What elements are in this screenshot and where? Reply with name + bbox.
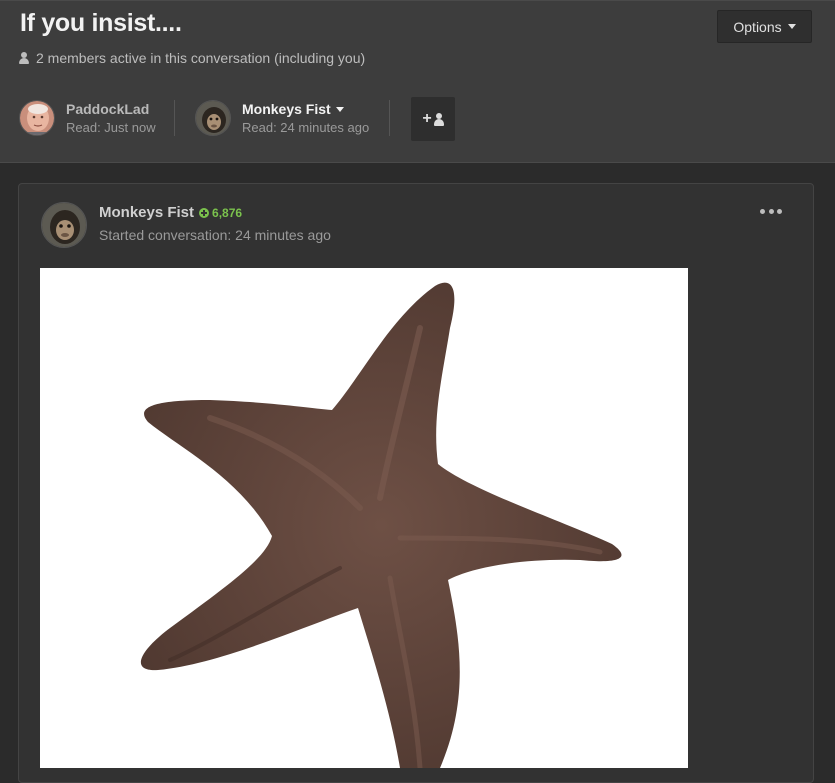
avatar[interactable] xyxy=(195,100,231,136)
author-line: Monkeys Fist 6,876 xyxy=(99,204,242,221)
starfish-illustration xyxy=(140,282,622,768)
caret-down-icon xyxy=(335,106,344,112)
participant-name: Monkeys Fist xyxy=(242,101,331,117)
author-avatar[interactable] xyxy=(41,202,87,248)
reputation-badge: 6,876 xyxy=(199,206,242,220)
members-active-text: 2 members active in this conversation (i… xyxy=(36,50,366,66)
divider xyxy=(389,100,390,136)
divider xyxy=(174,100,175,136)
read-status: Read: Just now xyxy=(66,120,156,135)
avatar[interactable] xyxy=(19,100,55,136)
add-participant-button[interactable]: + xyxy=(411,97,455,141)
monkey-avatar-icon xyxy=(42,203,86,247)
add-user-icon xyxy=(433,112,444,126)
man-avatar-icon xyxy=(20,101,54,135)
options-button[interactable]: Options xyxy=(717,10,812,43)
user-icon xyxy=(19,52,29,64)
read-status: Read: 24 minutes ago xyxy=(242,120,370,135)
participant-paddocklad[interactable]: PaddockLad Read: Just now xyxy=(19,100,156,136)
author-name[interactable]: Monkeys Fist xyxy=(99,204,194,221)
conversation-header: If you insist.... Options 2 members acti… xyxy=(0,0,835,163)
caret-down-icon xyxy=(787,24,796,29)
participant-monkeys-fist[interactable]: Monkeys Fist Read: 24 minutes ago xyxy=(195,100,369,136)
page-title: If you insist.... xyxy=(20,9,182,37)
started-conversation-meta: Started conversation: 24 minutes ago xyxy=(99,227,331,243)
plus-icon: + xyxy=(422,110,432,127)
post-card: Monkeys Fist 6,876 Started conversation:… xyxy=(18,183,814,783)
options-label: Options xyxy=(733,18,782,35)
participant-name-dropdown[interactable]: Monkeys Fist xyxy=(242,101,369,117)
starfish-image xyxy=(40,268,688,768)
reputation-plus-icon xyxy=(199,207,210,218)
ellipsis-icon[interactable] xyxy=(760,204,782,218)
participant-name[interactable]: PaddockLad xyxy=(66,101,156,117)
reputation-count: 6,876 xyxy=(212,205,243,220)
monkey-avatar-icon xyxy=(196,101,230,135)
members-active-line: 2 members active in this conversation (i… xyxy=(19,50,365,66)
